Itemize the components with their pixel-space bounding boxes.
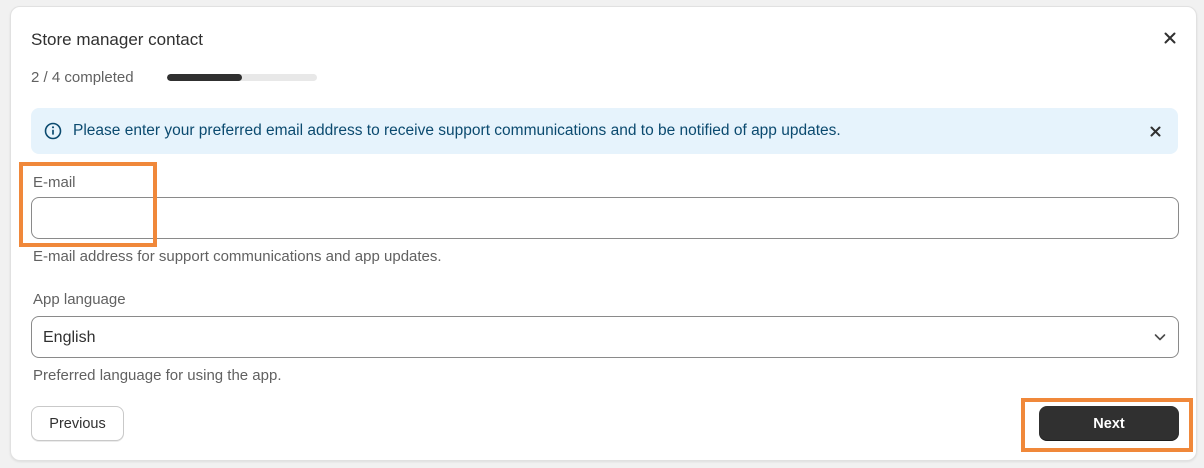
app-language-help-text: Preferred language for using the app. [33,367,282,384]
progress-label: 2 / 4 completed [31,69,134,86]
close-icon [1150,126,1160,136]
info-banner: Please enter your preferred email addres… [31,108,1178,154]
banner-dismiss-button[interactable] [1145,121,1165,141]
progress-bar [167,74,317,81]
app-language-selected-value: English [43,329,96,346]
app-language-select[interactable]: English [31,316,1179,358]
info-banner-text: Please enter your preferred email addres… [73,122,841,139]
previous-button[interactable]: Previous [31,406,124,441]
email-help-text: E-mail address for support communication… [33,248,442,265]
info-icon [44,122,62,140]
email-label: E-mail [33,174,76,191]
email-field[interactable] [31,197,1179,239]
modal-close-button[interactable] [1158,26,1182,50]
close-icon [1164,32,1176,44]
modal-title: Store manager contact [31,30,203,49]
next-button[interactable]: Next [1039,406,1179,441]
progress-bar-fill [167,74,242,81]
app-language-label: App language [33,291,126,308]
store-manager-contact-modal: Store manager contact 2 / 4 completed Pl… [10,6,1197,461]
chevron-down-icon [1154,334,1166,341]
